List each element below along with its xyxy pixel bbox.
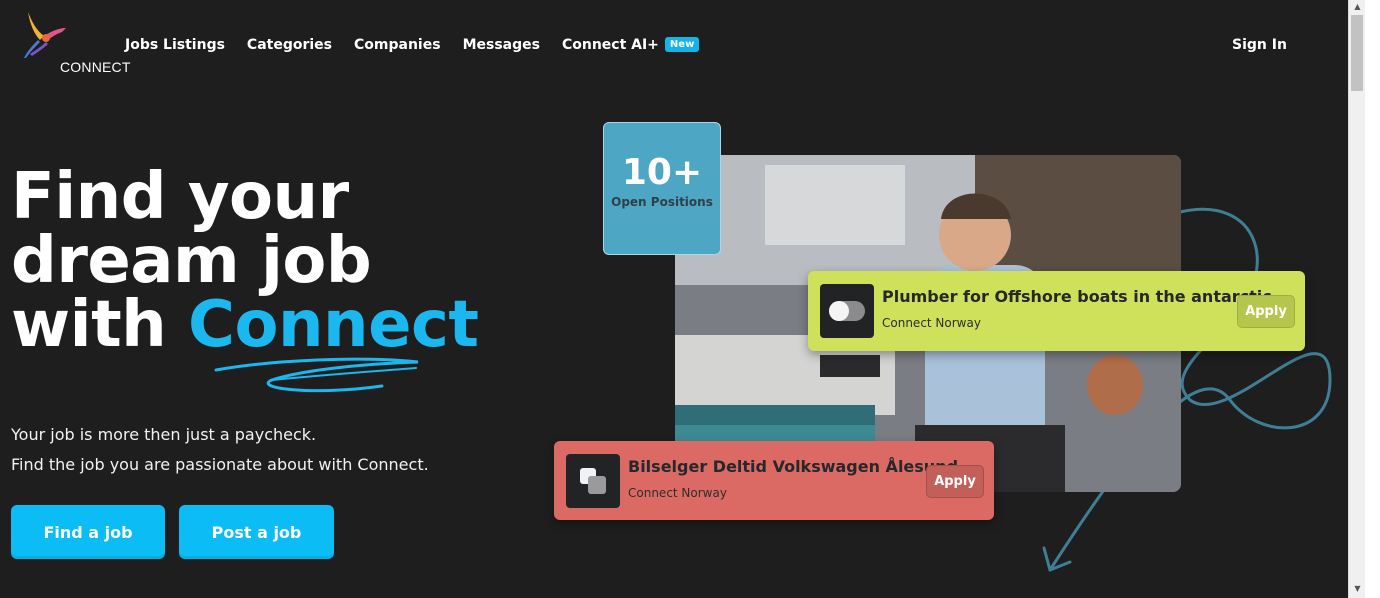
apply-button[interactable]: Apply xyxy=(1237,295,1295,328)
hero-line-1: Find your xyxy=(11,165,479,229)
hero-subtitle-line-1: Your job is more then just a paycheck. xyxy=(11,420,429,450)
job-title: Bilselger Deltid Volkswagen Ålesund xyxy=(628,457,958,476)
logo-text: CONNECT xyxy=(60,59,131,75)
job-company: Connect Norway xyxy=(628,486,727,500)
post-job-button[interactable]: Post a job xyxy=(179,505,334,559)
job-title: Plumber for Offshore boats in the antarc… xyxy=(882,287,1272,306)
nav-connect-ai-label: Connect AI+ xyxy=(562,37,659,53)
underline-swoosh-icon xyxy=(212,356,432,406)
nav-companies[interactable]: Companies xyxy=(354,37,441,53)
toggle-icon xyxy=(820,284,874,338)
job-card[interactable]: Bilselger Deltid Volkswagen Ålesund Conn… xyxy=(554,441,994,520)
hero-line-2: dream job xyxy=(11,229,479,293)
hero-subtitle-line-2: Find the job you are passionate about wi… xyxy=(11,450,429,480)
window-edge xyxy=(1365,0,1380,598)
hero-line-3-prefix: with xyxy=(11,288,188,362)
new-badge: New xyxy=(665,37,699,52)
nav-connect-ai[interactable]: Connect AI+ New xyxy=(562,37,699,53)
apply-button[interactable]: Apply xyxy=(926,465,984,498)
open-positions-label: Open Positions xyxy=(604,195,720,209)
hero-headline: Find your dream job with Connect xyxy=(11,165,479,357)
scroll-down-arrow-icon[interactable]: ▼ xyxy=(1349,582,1366,596)
hummingbird-logo-icon xyxy=(22,10,82,60)
page: CONNECT Jobs Listings Categories Compani… xyxy=(0,0,1380,598)
nav-jobs-listings[interactable]: Jobs Listings xyxy=(125,37,225,53)
top-nav: CONNECT Jobs Listings Categories Compani… xyxy=(0,0,1348,90)
squares-icon xyxy=(566,454,620,508)
scroll-up-arrow-icon[interactable]: ▲ xyxy=(1349,0,1366,14)
job-card[interactable]: Plumber for Offshore boats in the antarc… xyxy=(808,271,1305,351)
hero-accent-word: Connect xyxy=(188,288,479,362)
open-positions-count: 10+ xyxy=(604,153,720,193)
nav-messages[interactable]: Messages xyxy=(463,37,540,53)
nav-categories[interactable]: Categories xyxy=(247,37,332,53)
sign-in-link[interactable]: Sign In xyxy=(1232,37,1287,53)
vertical-scrollbar[interactable]: ▲ ▼ xyxy=(1348,0,1366,598)
hero-line-3: with Connect xyxy=(11,293,479,357)
scrollbar-thumb[interactable] xyxy=(1351,15,1363,91)
logo[interactable]: CONNECT xyxy=(22,10,106,66)
nav-links: Jobs Listings Categories Companies Messa… xyxy=(125,37,699,53)
job-company: Connect Norway xyxy=(882,316,981,330)
find-job-button[interactable]: Find a job xyxy=(11,505,165,559)
open-positions-box: 10+ Open Positions xyxy=(603,122,721,255)
hero-subtitle: Your job is more then just a paycheck. F… xyxy=(11,420,429,480)
